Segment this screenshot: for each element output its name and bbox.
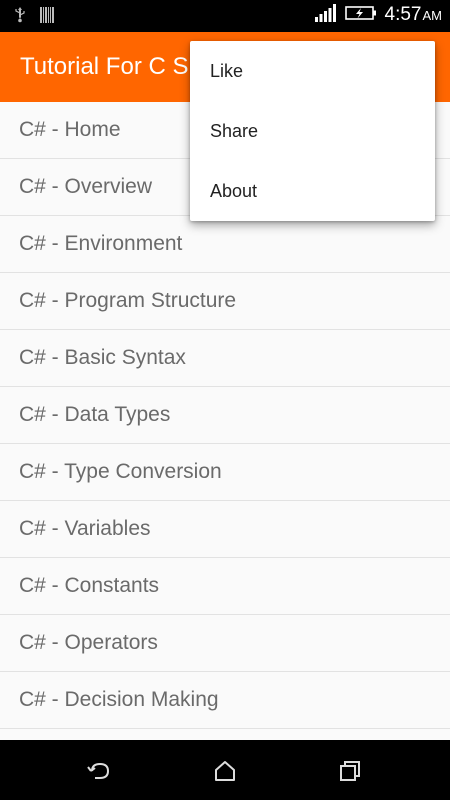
list-item[interactable]: C# - Basic Syntax <box>0 330 450 387</box>
list-item[interactable]: C# - Constants <box>0 558 450 615</box>
status-bar: 4:57AM <box>0 0 450 32</box>
system-icons: 4:57AM <box>314 4 442 26</box>
menu-item-about[interactable]: About <box>190 161 435 221</box>
list-item[interactable]: C# - Data Types <box>0 387 450 444</box>
signal-icon <box>314 4 337 26</box>
menu-item-like[interactable]: Like <box>190 41 435 101</box>
list-item[interactable]: C# - Program Structure <box>0 273 450 330</box>
back-button[interactable] <box>87 758 113 784</box>
navigation-bar <box>0 740 450 800</box>
list-item[interactable]: C# - Decision Making <box>0 672 450 729</box>
ampm-text: AM <box>422 8 443 23</box>
list-item[interactable]: C# - Environment <box>0 216 450 273</box>
recent-apps-icon <box>340 761 360 781</box>
overflow-menu: Like Share About <box>190 41 435 221</box>
usb-icon <box>14 7 26 27</box>
list-item[interactable]: C# - Type Conversion <box>0 444 450 501</box>
menu-item-share[interactable]: Share <box>190 101 435 161</box>
notification-icons <box>14 7 54 27</box>
recent-apps-button[interactable] <box>337 758 363 784</box>
battery-charging-icon <box>344 5 377 25</box>
list-item[interactable]: C# - Variables <box>0 501 450 558</box>
home-button[interactable] <box>212 758 238 784</box>
barcode-icon <box>40 7 54 27</box>
home-icon <box>215 761 235 781</box>
status-time: 4:57AM <box>385 4 442 26</box>
time-text: 4:57 <box>384 4 422 25</box>
back-icon <box>87 762 110 779</box>
list-item[interactable]: C# - Operators <box>0 615 450 672</box>
